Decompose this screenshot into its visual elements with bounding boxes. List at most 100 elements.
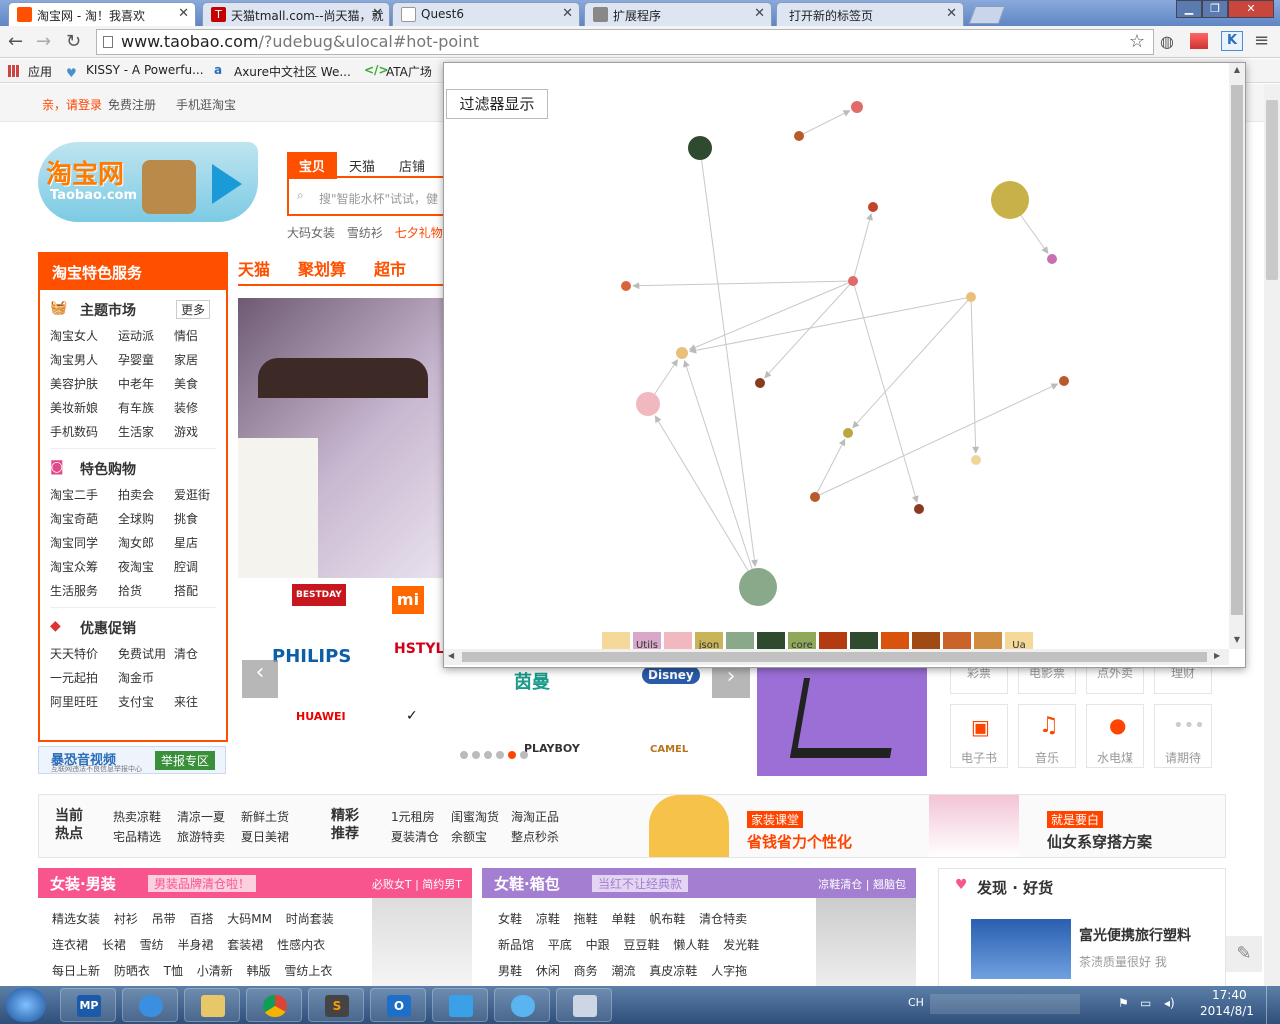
service-link[interactable]: 一元起拍 bbox=[50, 666, 118, 690]
category-row[interactable]: 连衣裙 长裙 雪纺 半身裙 套装裙 性感内衣 bbox=[52, 932, 372, 958]
service-link[interactable]: 清仓 bbox=[174, 642, 224, 666]
scrollbar-thumb[interactable] bbox=[1231, 85, 1243, 615]
close-window-button[interactable]: ✕ bbox=[1228, 0, 1274, 18]
service-link[interactable]: 装修 bbox=[174, 396, 224, 420]
graph-node[interactable] bbox=[914, 504, 924, 514]
service-link[interactable]: 搭配 bbox=[174, 579, 224, 603]
scroll-right-icon[interactable]: ▶ bbox=[1214, 651, 1220, 660]
service-link[interactable]: 有车族 bbox=[118, 396, 174, 420]
nav-juhuasuan[interactable]: 聚划算 bbox=[298, 260, 346, 279]
graph-node[interactable] bbox=[621, 281, 631, 291]
graph-node[interactable] bbox=[636, 392, 660, 416]
service-link[interactable]: 天天特价 bbox=[50, 642, 118, 666]
graph-node[interactable] bbox=[868, 202, 878, 212]
legend-swatch[interactable]: core bbox=[788, 632, 816, 650]
graph-node[interactable] bbox=[755, 378, 765, 388]
legend-swatch[interactable]: Ua bbox=[1005, 632, 1033, 650]
hot-word[interactable]: 七夕礼物 bbox=[395, 226, 443, 240]
service-link[interactable]: 淘宝奇葩 bbox=[50, 507, 118, 531]
legend-swatch[interactable] bbox=[726, 632, 754, 650]
search-input[interactable]: ⌕ 搜"智能水杯"试试，健 bbox=[287, 176, 447, 216]
legend-swatch[interactable] bbox=[757, 632, 785, 650]
search-tab-shop[interactable]: 店铺 bbox=[387, 152, 437, 179]
maximize-button[interactable]: ❐ bbox=[1202, 0, 1228, 18]
legend-swatch[interactable] bbox=[850, 632, 878, 650]
reload-icon[interactable]: ↻ bbox=[66, 31, 81, 52]
taskbar-app-explorer[interactable] bbox=[184, 988, 240, 1022]
graph-node[interactable] bbox=[991, 181, 1029, 219]
hot-word[interactable]: 大码女装 bbox=[287, 226, 335, 240]
edit-icon[interactable]: ✎ bbox=[1226, 936, 1262, 972]
section-links[interactable]: 凉鞋清仓 | 翘脑包 bbox=[818, 876, 906, 892]
service-link[interactable]: 淘宝男人 bbox=[50, 348, 118, 372]
brand-bestday[interactable]: BESTDAY bbox=[292, 584, 346, 606]
prev-arrow-icon[interactable]: ‹ bbox=[242, 660, 278, 698]
service-link[interactable]: 游戏 bbox=[174, 420, 224, 444]
promo-tag[interactable]: 就是要白 bbox=[1047, 811, 1104, 828]
start-button[interactable] bbox=[6, 988, 46, 1022]
scrollbar-thumb[interactable] bbox=[1266, 100, 1278, 280]
scroll-down-icon[interactable]: ▼ bbox=[1229, 635, 1245, 644]
brand-playboy[interactable]: PLAYBOY bbox=[524, 742, 580, 755]
service-link[interactable]: 腔调 bbox=[174, 555, 224, 579]
scroll-left-icon[interactable]: ◀ bbox=[448, 651, 454, 660]
show-desktop-button[interactable] bbox=[1266, 986, 1280, 1024]
hot-link[interactable]: 热卖凉鞋 bbox=[113, 807, 177, 827]
category-row[interactable]: 新品馆 平底 中跟 豆豆鞋 懒人鞋 发光鞋 bbox=[498, 932, 818, 958]
service-link[interactable]: 夜淘宝 bbox=[118, 555, 174, 579]
hot-link[interactable]: 闺蜜淘货 bbox=[451, 807, 511, 827]
service-link[interactable]: 美妆新娘 bbox=[50, 396, 118, 420]
brand-philips[interactable]: PHILIPS bbox=[272, 646, 351, 667]
service-link[interactable]: 阿里旺旺 bbox=[50, 690, 118, 714]
search-tab-tmall[interactable]: 天猫 bbox=[337, 152, 387, 179]
legend-swatch[interactable] bbox=[974, 632, 1002, 650]
service-link[interactable]: 挑食 bbox=[174, 507, 224, 531]
mobile-link[interactable]: 手机逛淘宝 bbox=[176, 96, 236, 113]
grid-coming-soon[interactable]: ••• 请期待 bbox=[1154, 704, 1212, 768]
service-link[interactable]: 淘宝女人 bbox=[50, 324, 118, 348]
popup-vertical-scrollbar[interactable]: ▲ ▼ bbox=[1229, 63, 1245, 649]
scroll-up-icon[interactable]: ▲ bbox=[1229, 65, 1245, 74]
brand-hstyle[interactable]: HSTYLE 韩都衣舍 bbox=[394, 638, 444, 658]
nav-supermarket[interactable]: 超市 bbox=[374, 260, 406, 279]
section-tag[interactable]: 男装品牌清仓啦！ bbox=[148, 875, 257, 892]
kissy-extension-icon[interactable]: K bbox=[1221, 31, 1243, 51]
service-link[interactable]: 来往 bbox=[174, 690, 224, 714]
graph-node[interactable] bbox=[1047, 254, 1057, 264]
service-link[interactable]: 淘金币 bbox=[118, 666, 174, 690]
service-link[interactable]: 中老年 bbox=[118, 372, 174, 396]
graph-node[interactable] bbox=[810, 492, 820, 502]
carousel-dot[interactable] bbox=[472, 751, 480, 759]
taskbar-app-calc[interactable] bbox=[556, 988, 612, 1022]
service-link[interactable]: 孕婴童 bbox=[118, 348, 174, 372]
category-row[interactable]: 每日上新 防晒衣 T恤 小清新 韩版 雪纺上衣 bbox=[52, 958, 372, 984]
graph-node[interactable] bbox=[971, 455, 981, 465]
grid-ebook[interactable]: ▣ 电子书 bbox=[950, 704, 1008, 768]
service-link[interactable]: 生活服务 bbox=[50, 579, 118, 603]
bookmark-axure[interactable]: Axure中文社区 We... bbox=[234, 63, 351, 80]
product-image[interactable] bbox=[971, 919, 1071, 979]
hot-word[interactable]: 雪纺衫 bbox=[347, 226, 383, 240]
taskbar-app-ie[interactable] bbox=[122, 988, 178, 1022]
brand-huawei[interactable]: HUAWEI bbox=[296, 710, 346, 723]
close-icon[interactable]: ✕ bbox=[178, 6, 189, 21]
taskbar-app-outlook[interactable]: O bbox=[370, 988, 426, 1022]
filter-display-button[interactable]: 过滤器显示 bbox=[446, 89, 548, 119]
grid-music[interactable]: ♫ 音乐 bbox=[1018, 704, 1076, 768]
nike-swoosh-icon[interactable]: ✓ bbox=[406, 708, 418, 724]
taskbar-app-mp[interactable]: MP bbox=[60, 988, 116, 1022]
hot-link[interactable]: 夏日美裙 bbox=[241, 827, 305, 847]
report-banner[interactable]: 暴恐音视频 互联网违法不良信息举报中心 举报专区 bbox=[38, 746, 226, 774]
star-icon[interactable]: ☆ bbox=[1129, 31, 1145, 52]
scrollbar-thumb[interactable] bbox=[462, 652, 1207, 662]
login-link[interactable]: 亲，请登录 bbox=[42, 96, 102, 113]
close-icon[interactable]: ✕ bbox=[372, 6, 383, 21]
graph-node[interactable] bbox=[848, 276, 858, 286]
graph-node[interactable] bbox=[688, 136, 712, 160]
bookmark-ata[interactable]: ATA广场 bbox=[386, 63, 432, 80]
hot-link[interactable]: 余额宝 bbox=[451, 827, 511, 847]
service-link[interactable]: 运动派 bbox=[118, 324, 174, 348]
service-link[interactable]: 全球购 bbox=[118, 507, 174, 531]
hot-link[interactable]: 旅游特卖 bbox=[177, 827, 241, 847]
close-icon[interactable]: ✕ bbox=[946, 6, 957, 21]
